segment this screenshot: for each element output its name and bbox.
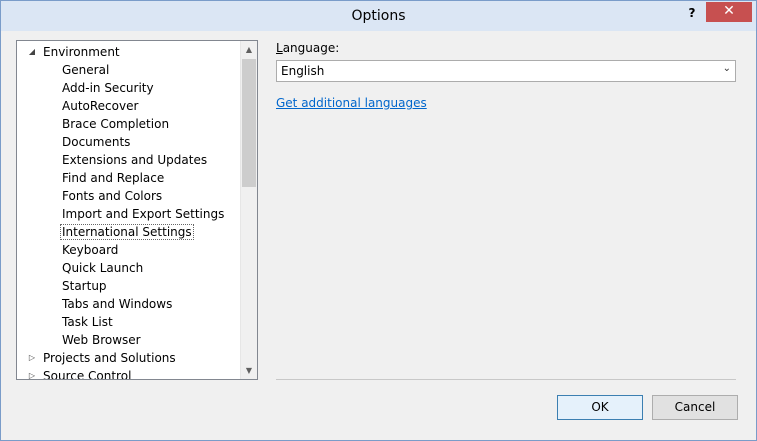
tree-item[interactable]: ▷ Projects and Solutions [29, 349, 178, 367]
tree-item-label: Add-in Security [62, 81, 154, 95]
tree-item-label: International Settings [60, 224, 194, 240]
scroll-down-icon[interactable]: ▼ [241, 362, 257, 379]
language-label-text: anguage: [282, 41, 340, 55]
tree-item-label: Find and Replace [62, 171, 165, 185]
tree-scrollbar[interactable]: ▲ ▼ [240, 41, 257, 379]
tree-item-label: Source Control [43, 369, 132, 380]
tree-item[interactable]: Extensions and Updates [60, 151, 209, 169]
tree-item-label: AutoRecover [62, 99, 139, 113]
tree-item[interactable]: General [60, 61, 111, 79]
ok-button[interactable]: OK [557, 395, 643, 420]
tree-item[interactable]: Tabs and Windows [60, 295, 174, 313]
tree-item-label: Environment [43, 45, 120, 59]
tree-item-label: Startup [62, 279, 107, 293]
tree-item[interactable]: ▷ Source Control [29, 367, 133, 380]
dialog-title: Options [351, 8, 406, 24]
tree-item-label: Tabs and Windows [62, 297, 173, 311]
title-bar: Options ? ✕ [1, 1, 756, 31]
tree-item[interactable]: International Settings [60, 223, 194, 241]
tree-item-label: Fonts and Colors [62, 189, 163, 203]
tree-item[interactable]: Quick Launch [60, 259, 145, 277]
tree-item[interactable]: Web Browser [60, 331, 143, 349]
tree-item[interactable]: AutoRecover [60, 97, 140, 115]
tree-item[interactable]: Task List [60, 313, 115, 331]
scroll-thumb[interactable] [242, 59, 256, 187]
collapse-arrow-icon[interactable]: ◢ [27, 43, 37, 61]
options-dialog: Options ? ✕ ◢ Environment General Add-in Se… [0, 0, 757, 441]
tree-item[interactable]: Startup [60, 277, 109, 295]
scroll-up-icon[interactable]: ▲ [241, 41, 257, 58]
tree-item-label: Task List [62, 315, 113, 329]
options-tree[interactable]: ◢ Environment General Add-in Security AutoRe… [16, 40, 258, 380]
chevron-down-icon: ⌄ [722, 63, 731, 74]
tree-item-label: General [62, 63, 110, 77]
tree-item-label: Import and Export Settings [62, 207, 225, 221]
tree-item[interactable]: Import and Export Settings [60, 205, 226, 223]
help-button[interactable]: ? [685, 5, 699, 21]
tree-item-label: Brace Completion [62, 117, 170, 131]
tree-item-label: Quick Launch [62, 261, 144, 275]
tree-item[interactable]: Fonts and Colors [60, 187, 164, 205]
tree-item[interactable]: Add-in Security [60, 79, 156, 97]
divider [276, 379, 736, 380]
tree-item[interactable]: Documents [60, 133, 132, 151]
language-dropdown-value: English [281, 64, 325, 78]
tree-item[interactable]: Find and Replace [60, 169, 166, 187]
expand-arrow-icon[interactable]: ▷ [27, 367, 37, 379]
language-dropdown[interactable]: English ⌄ [276, 60, 736, 82]
language-label: Language: [276, 41, 339, 55]
tree-item-label: Extensions and Updates [62, 153, 208, 167]
tree-item-label: Documents [62, 135, 131, 149]
tree-item-label: Projects and Solutions [43, 351, 176, 365]
tree-item[interactable]: ◢ Environment [29, 43, 122, 61]
tree-item[interactable]: Keyboard [60, 241, 120, 259]
expand-arrow-icon[interactable]: ▷ [27, 349, 37, 367]
close-button[interactable]: ✕ [706, 2, 752, 22]
get-additional-languages-link[interactable]: Get additional languages [276, 96, 427, 110]
language-label-accelerator: L [276, 41, 283, 55]
cancel-button[interactable]: Cancel [652, 395, 738, 420]
tree-item[interactable]: Brace Completion [60, 115, 171, 133]
tree-item-label: Web Browser [62, 333, 141, 347]
tree-item-label: Keyboard [62, 243, 119, 257]
